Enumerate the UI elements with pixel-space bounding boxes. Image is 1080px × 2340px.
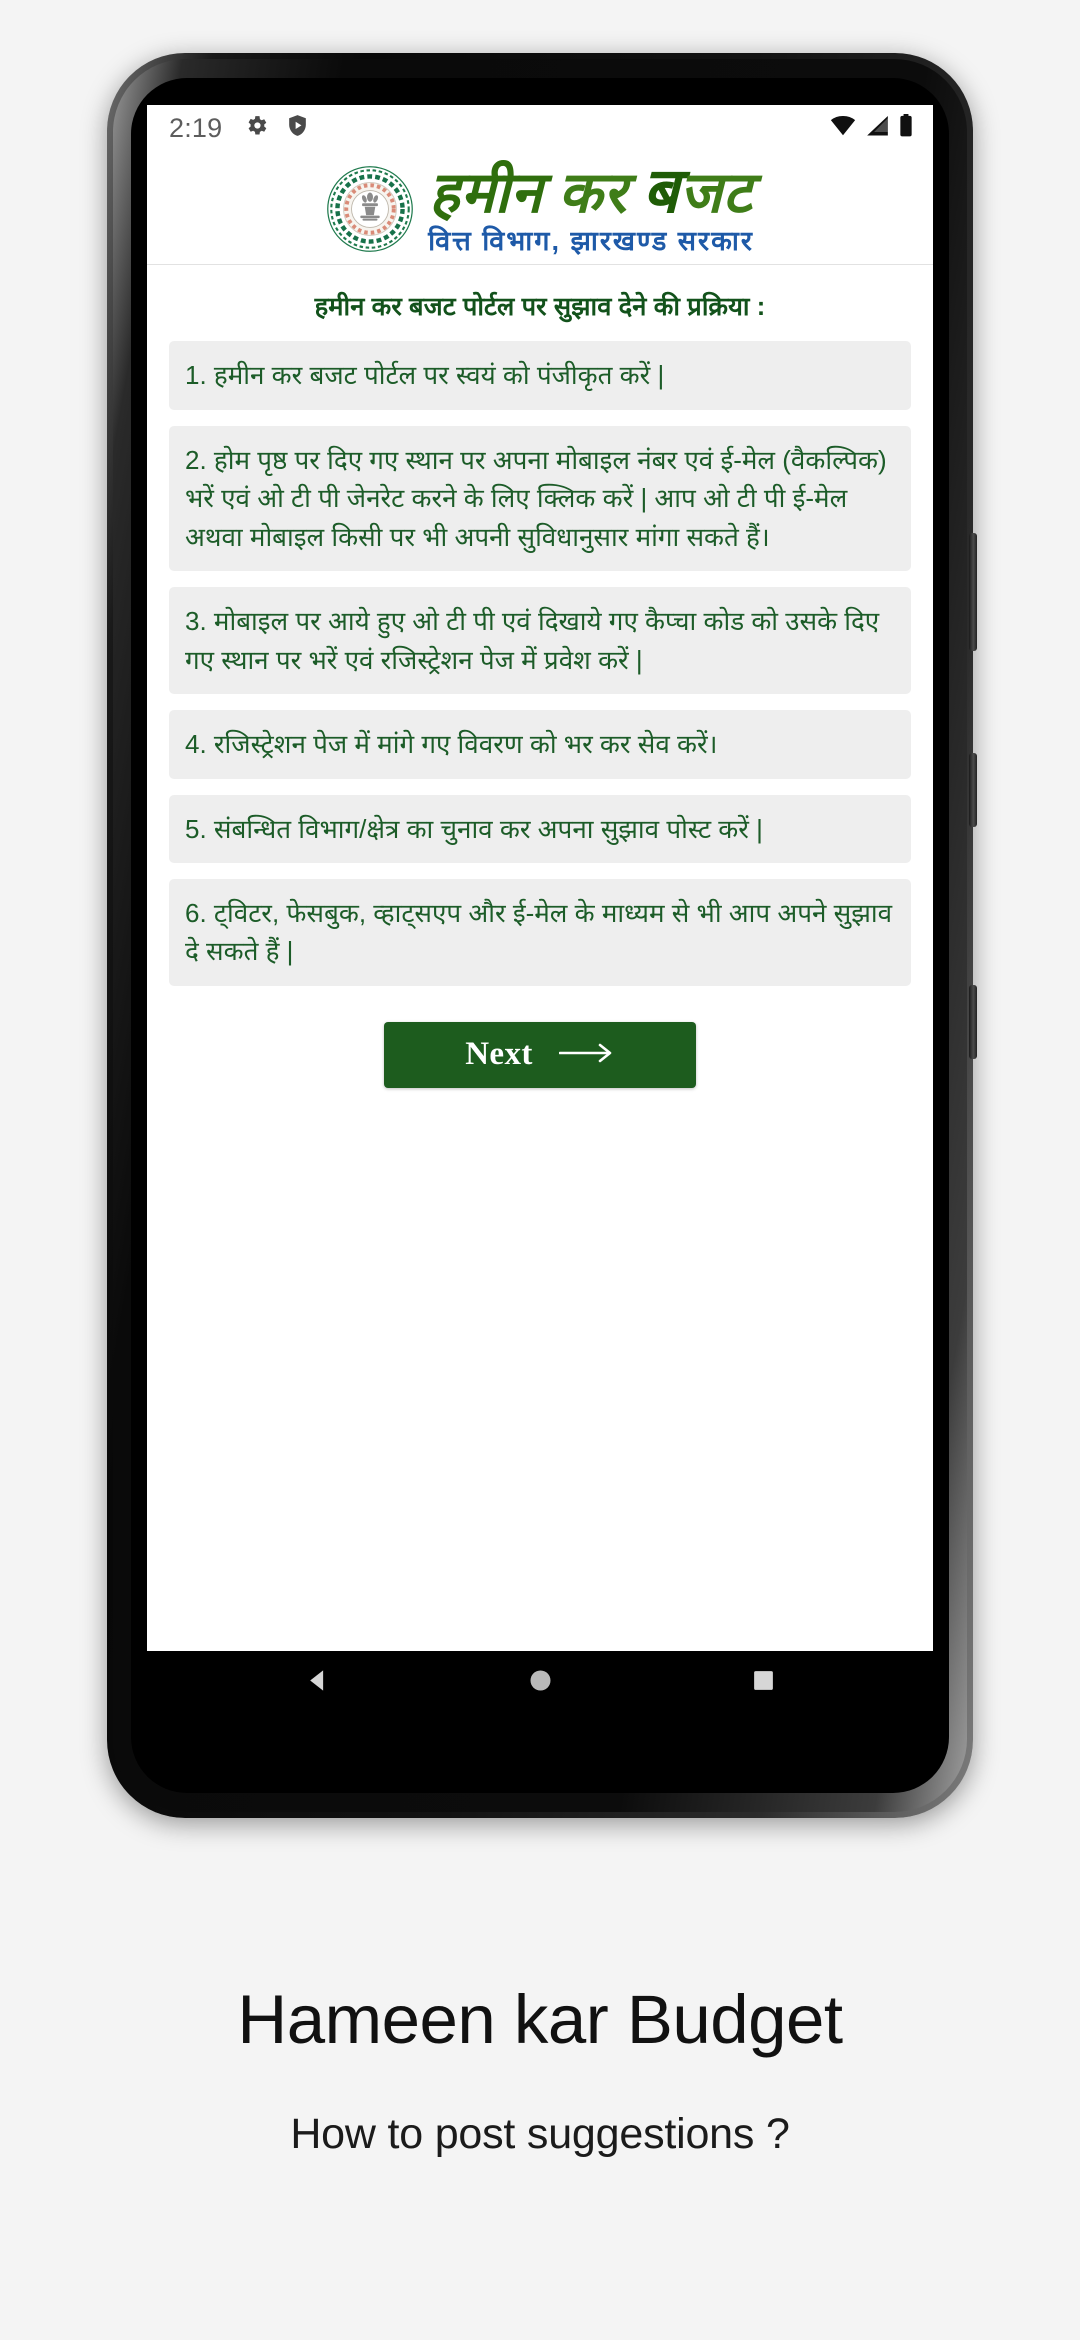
app-logo-word-4: जट <box>679 162 753 225</box>
volume-down-button[interactable] <box>969 985 977 1059</box>
step-item-1: 1. हमीन कर बजट पोर्टल पर स्वयं को पंजीकृ… <box>169 341 911 410</box>
step-item-5: 5. संबन्धित विभाग/क्षेत्र का चुनाव कर अप… <box>169 794 911 863</box>
page-title: हमीन कर बजट पोर्टल पर सुझाव देने की प्रक… <box>314 293 766 322</box>
signal-icon <box>865 115 890 142</box>
app-logo-subtitle: वित्त विभाग, झारखण्ड सरकार <box>428 226 754 257</box>
shield-play-icon <box>285 113 310 143</box>
step-item-2: 2. होम पृष्ठ पर दिए गए स्थान पर अपना मोब… <box>169 425 911 572</box>
screenshot-canvas: 2:19 हमीन कर बजट वित्त विभाग, झारखण्ड सर… <box>0 0 1080 2340</box>
step-item-6: 6. ट्विटर, फेसबुक, व्हाट्सएप और ई-मेल के… <box>169 879 911 986</box>
app-logo-text: हमीन कर बजट वित्त विभाग, झारखण्ड सरकार <box>428 159 754 258</box>
home-circle-icon[interactable] <box>528 1668 553 1698</box>
next-button-label: Next <box>465 1036 533 1073</box>
battery-icon <box>899 114 913 142</box>
back-triangle-icon[interactable] <box>304 1667 331 1699</box>
app-logo-word-1: हमीन <box>429 162 544 225</box>
next-button-container: Next <box>169 1021 911 1088</box>
caption-title: Hameen kar Budget <box>237 1981 843 2058</box>
status-bar-clock: 2:19 <box>169 112 223 143</box>
recents-square-icon[interactable] <box>751 1668 776 1698</box>
caption-subtitle: How to post suggestions ? <box>290 2110 790 2158</box>
volume-up-button[interactable] <box>969 753 977 827</box>
wifi-icon <box>830 115 856 142</box>
jharkhand-emblem-icon <box>326 165 414 253</box>
main-content: हमीन कर बजट पोर्टल पर सुझाव देने की प्रक… <box>147 265 933 1651</box>
app-logo-title: हमीन कर बजट <box>429 159 752 223</box>
app-logo-word-2: कर <box>558 162 628 225</box>
app-screen: 2:19 हमीन कर बजट वित्त विभाग, झारखण्ड सर… <box>147 105 933 1715</box>
status-bar-notification-icons <box>244 113 310 143</box>
step-item-3: 3. मोबाइल पर आये हुए ओ टी पी एवं दिखाये … <box>169 587 911 695</box>
arrow-right-icon <box>558 1042 615 1067</box>
app-logo-header: हमीन कर बजट वित्त विभाग, झारखण्ड सरकार <box>147 151 933 266</box>
next-button[interactable]: Next <box>384 1021 696 1088</box>
power-button[interactable] <box>969 533 977 651</box>
phone-mockup: 2:19 हमीन कर बजट वित्त विभाग, झारखण्ड सर… <box>107 53 977 1818</box>
android-navigation-bar <box>147 1651 933 1715</box>
status-bar: 2:19 <box>147 105 933 151</box>
app-logo-word-3: ब <box>642 156 680 226</box>
gear-icon <box>244 113 269 143</box>
status-bar-system-icons <box>830 114 913 142</box>
step-item-4: 4. रजिस्ट्रेशन पेज में मांगे गए विवरण को… <box>169 710 911 779</box>
